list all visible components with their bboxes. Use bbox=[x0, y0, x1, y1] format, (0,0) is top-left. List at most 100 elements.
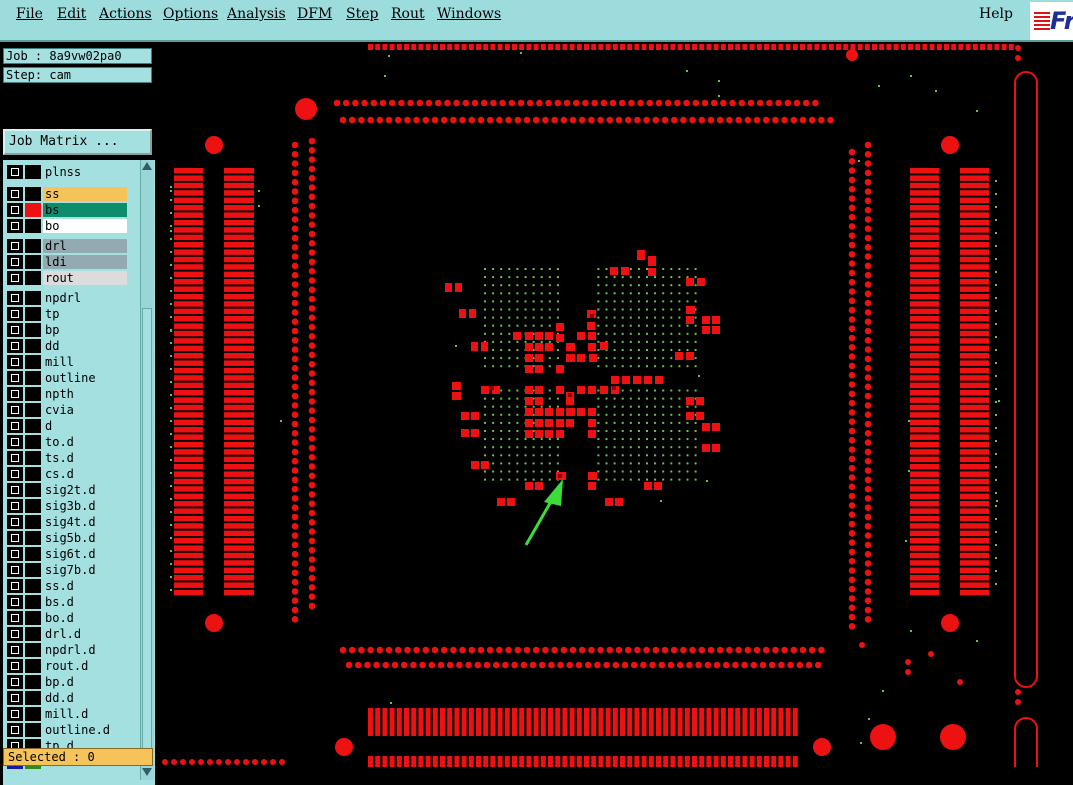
menu-help[interactable]: Help bbox=[979, 6, 1013, 22]
menu-rout[interactable]: Rout bbox=[391, 6, 425, 22]
layer-name[interactable]: tp bbox=[43, 307, 127, 321]
layer-checkbox[interactable] bbox=[7, 563, 23, 577]
layer-row[interactable]: outline bbox=[7, 370, 127, 386]
layer-name[interactable]: to.d bbox=[43, 435, 127, 449]
layer-row[interactable]: drl.d bbox=[7, 626, 127, 642]
menu-file[interactable]: File bbox=[16, 6, 43, 22]
layer-row[interactable]: bp.d bbox=[7, 674, 127, 690]
layer-row[interactable]: sig5b.d bbox=[7, 530, 127, 546]
layer-row[interactable]: drl bbox=[7, 238, 127, 254]
layer-color-swatch[interactable] bbox=[25, 643, 41, 657]
layer-name[interactable]: npdrl.d bbox=[43, 643, 127, 657]
layer-row[interactable]: cvia bbox=[7, 402, 127, 418]
layer-color-swatch[interactable] bbox=[25, 307, 41, 321]
layer-color-swatch[interactable] bbox=[25, 165, 41, 179]
layer-name[interactable]: sig6t.d bbox=[43, 547, 127, 561]
layer-color-swatch[interactable] bbox=[25, 627, 41, 641]
layer-color-swatch[interactable] bbox=[25, 515, 41, 529]
scroll-thumb[interactable] bbox=[142, 308, 152, 753]
layer-checkbox[interactable] bbox=[7, 675, 23, 689]
layer-name[interactable]: mill bbox=[43, 355, 127, 369]
layer-color-swatch[interactable] bbox=[25, 387, 41, 401]
layer-row[interactable]: bs bbox=[7, 202, 127, 218]
layer-name[interactable]: bs bbox=[43, 203, 127, 217]
menu-options[interactable]: Options bbox=[163, 6, 218, 22]
layer-row[interactable]: sig7b.d bbox=[7, 562, 127, 578]
layer-name[interactable]: sig2t.d bbox=[43, 483, 127, 497]
layer-color-swatch[interactable] bbox=[25, 595, 41, 609]
layer-row[interactable]: ss bbox=[7, 186, 127, 202]
layer-color-swatch[interactable] bbox=[25, 239, 41, 253]
layer-checkbox[interactable] bbox=[7, 355, 23, 369]
layer-row[interactable]: rout.d bbox=[7, 658, 127, 674]
layer-name[interactable]: ss bbox=[43, 187, 127, 201]
layer-checkbox[interactable] bbox=[7, 611, 23, 625]
layer-color-swatch[interactable] bbox=[25, 659, 41, 673]
layer-name[interactable]: d bbox=[43, 419, 127, 433]
layer-name[interactable]: bo bbox=[43, 219, 127, 233]
pcb-graphic-canvas[interactable] bbox=[158, 42, 1073, 767]
menu-actions[interactable]: Actions bbox=[99, 6, 152, 22]
layer-checkbox[interactable] bbox=[7, 691, 23, 705]
layer-name[interactable]: ldi bbox=[43, 255, 127, 269]
layer-checkbox[interactable] bbox=[7, 499, 23, 513]
layer-color-swatch[interactable] bbox=[25, 419, 41, 433]
layer-row[interactable]: ts.d bbox=[7, 450, 127, 466]
layer-checkbox[interactable] bbox=[7, 239, 23, 253]
layer-row[interactable]: d bbox=[7, 418, 127, 434]
layer-color-swatch[interactable] bbox=[25, 323, 41, 337]
layer-row[interactable]: dd.d bbox=[7, 690, 127, 706]
layer-name[interactable]: ss.d bbox=[43, 579, 127, 593]
layer-checkbox[interactable] bbox=[7, 643, 23, 657]
layer-name[interactable]: bp bbox=[43, 323, 127, 337]
layer-color-swatch[interactable] bbox=[25, 255, 41, 269]
layer-row[interactable]: sig3b.d bbox=[7, 498, 127, 514]
layer-name[interactable]: cs.d bbox=[43, 467, 127, 481]
layer-row[interactable]: cs.d bbox=[7, 466, 127, 482]
menu-windows[interactable]: Windows bbox=[437, 6, 501, 22]
layer-row[interactable]: bp bbox=[7, 322, 127, 338]
layer-row[interactable]: bo.d bbox=[7, 610, 127, 626]
layer-checkbox[interactable] bbox=[7, 579, 23, 593]
layer-name[interactable]: plnss bbox=[43, 165, 127, 179]
layer-color-swatch[interactable] bbox=[25, 707, 41, 721]
layer-row[interactable]: npth bbox=[7, 386, 127, 402]
layer-name[interactable]: drl.d bbox=[43, 627, 127, 641]
layer-checkbox[interactable] bbox=[7, 403, 23, 417]
scroll-down-icon[interactable] bbox=[142, 768, 152, 776]
layer-checkbox[interactable] bbox=[7, 339, 23, 353]
layer-color-swatch[interactable] bbox=[25, 691, 41, 705]
layer-color-swatch[interactable] bbox=[25, 467, 41, 481]
layer-row[interactable]: to.d bbox=[7, 434, 127, 450]
layer-checkbox[interactable] bbox=[7, 203, 23, 217]
layer-checkbox[interactable] bbox=[7, 187, 23, 201]
layer-color-swatch[interactable] bbox=[25, 547, 41, 561]
layer-name[interactable]: outline.d bbox=[43, 723, 127, 737]
layer-color-swatch[interactable] bbox=[25, 499, 41, 513]
layer-name[interactable]: drl bbox=[43, 239, 127, 253]
layer-checkbox[interactable] bbox=[7, 419, 23, 433]
layer-checkbox[interactable] bbox=[7, 371, 23, 385]
layer-color-swatch[interactable] bbox=[25, 403, 41, 417]
layer-row[interactable]: ss.d bbox=[7, 578, 127, 594]
layer-checkbox[interactable] bbox=[7, 531, 23, 545]
layer-name[interactable]: npdrl bbox=[43, 291, 127, 305]
layer-checkbox[interactable] bbox=[7, 483, 23, 497]
layer-color-swatch[interactable] bbox=[25, 611, 41, 625]
layer-color-swatch[interactable] bbox=[25, 219, 41, 233]
layer-name[interactable]: outline bbox=[43, 371, 127, 385]
layer-row[interactable]: npdrl.d bbox=[7, 642, 127, 658]
layer-checkbox[interactable] bbox=[7, 387, 23, 401]
layer-checkbox[interactable] bbox=[7, 323, 23, 337]
layer-scrollbar[interactable] bbox=[140, 160, 154, 780]
layer-name[interactable]: sig7b.d bbox=[43, 563, 127, 577]
layer-checkbox[interactable] bbox=[7, 451, 23, 465]
layer-color-swatch[interactable] bbox=[25, 531, 41, 545]
layer-name[interactable]: rout.d bbox=[43, 659, 127, 673]
layer-color-swatch[interactable] bbox=[25, 355, 41, 369]
job-matrix-button[interactable]: Job Matrix ... bbox=[3, 129, 152, 155]
layer-checkbox[interactable] bbox=[7, 219, 23, 233]
layer-checkbox[interactable] bbox=[7, 271, 23, 285]
layer-row[interactable]: mill.d bbox=[7, 706, 127, 722]
layer-checkbox[interactable] bbox=[7, 291, 23, 305]
